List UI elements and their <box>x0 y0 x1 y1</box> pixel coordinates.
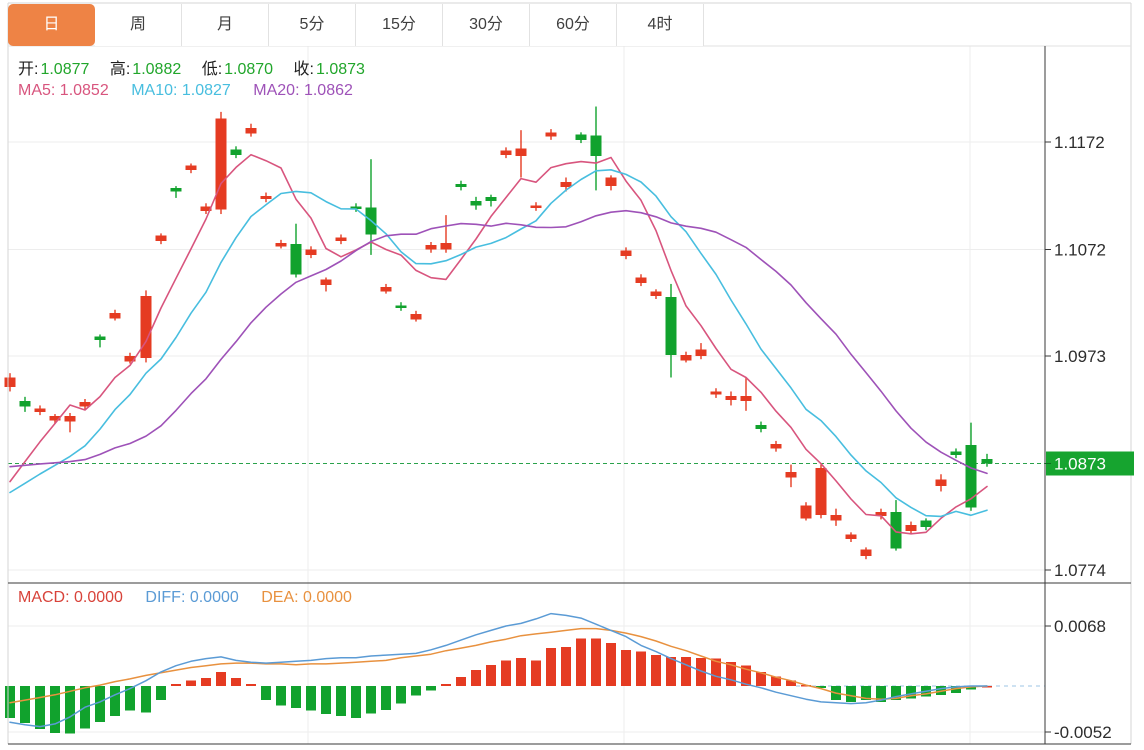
macd-readout: MACD: 0.0000 <box>18 589 123 606</box>
interval-tab-周[interactable]: 周 <box>95 4 182 46</box>
ma-legend: MA5: 1.0852 MA10: 1.0827 MA20: 1.0862 <box>18 82 371 100</box>
interval-tab-60分[interactable]: 60分 <box>530 4 617 46</box>
interval-tab-30分[interactable]: 30分 <box>443 4 530 46</box>
high-value: 1.0882 <box>132 61 181 78</box>
diff-readout: DIFF: 0.0000 <box>145 589 238 606</box>
open-label: 开: <box>18 61 38 78</box>
ma10-readout: MA10: 1.0827 <box>131 82 231 99</box>
svg-text:1.0973: 1.0973 <box>1054 347 1106 366</box>
svg-text:-0.0052: -0.0052 <box>1054 723 1112 742</box>
macd-legend: MACD: 0.0000 DIFF: 0.0000 DEA: 0.0000 <box>18 589 370 607</box>
candlestick-macd-chart: 1.1172 1.1072 1.0973 1.0774 0.0068 -0.0052 1.0… <box>0 0 1144 750</box>
interval-tab-5分[interactable]: 5分 <box>269 4 356 46</box>
svg-text:1.1072: 1.1072 <box>1054 241 1106 260</box>
interval-tab-15分[interactable]: 15分 <box>356 4 443 46</box>
close-label: 收: <box>294 61 314 78</box>
high-label: 高: <box>110 61 130 78</box>
interval-tab-4时[interactable]: 4时 <box>617 4 704 46</box>
ma20-readout: MA20: 1.0862 <box>253 82 353 99</box>
low-label: 低: <box>202 61 222 78</box>
svg-text:1.0873: 1.0873 <box>1054 455 1106 474</box>
interval-tab-日[interactable]: 日 <box>8 4 95 46</box>
svg-text:1.1172: 1.1172 <box>1054 133 1105 152</box>
close-value: 1.0873 <box>316 61 365 78</box>
svg-text:1.0774: 1.0774 <box>1054 561 1106 580</box>
kline-chart-widget: 日周月5分15分30分60分4时 1.1172 1.1072 1.0973 1.077… <box>0 0 1144 750</box>
open-value: 1.0877 <box>40 61 89 78</box>
svg-text:0.0068: 0.0068 <box>1054 617 1106 636</box>
ma5-readout: MA5: 1.0852 <box>18 82 109 99</box>
dea-readout: DEA: 0.0000 <box>261 589 352 606</box>
interval-tab-月[interactable]: 月 <box>182 4 269 46</box>
ohlc-legend: 开:1.0877 高:1.0882 低:1.0870 收:1.0873 <box>18 61 381 79</box>
interval-tabs: 日周月5分15分30分60分4时 <box>8 4 704 46</box>
low-value: 1.0870 <box>224 61 273 78</box>
